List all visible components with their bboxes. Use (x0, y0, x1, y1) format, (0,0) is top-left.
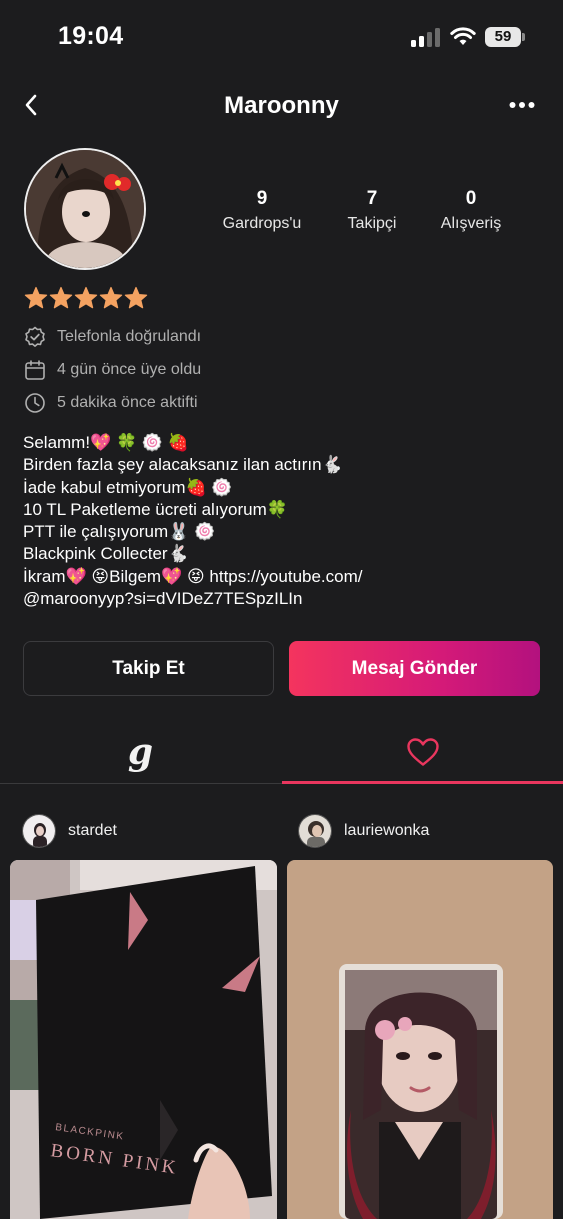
more-options-button[interactable] (505, 90, 539, 120)
bio-line: 10 TL Paketleme ücreti alıyorum🍀 (23, 499, 288, 519)
seller-avatar (298, 814, 332, 848)
stat-wardrobe-count: 9 (256, 188, 268, 209)
battery-icon: 59 (485, 27, 525, 47)
rating-stars (24, 286, 148, 310)
tab-favorites[interactable] (282, 720, 563, 783)
star-icon (24, 286, 48, 309)
bio-line: Selamm!💖 🍀 🍥 🍓 (23, 433, 189, 452)
avatar-photo (26, 150, 144, 268)
info-last-active: 5 dakika önce aktifti (24, 391, 198, 415)
info-member-since: 4 gün önce üye oldu (24, 358, 201, 382)
info-phone-text: Telefonla doğrulandı (57, 328, 202, 345)
star-icon (124, 286, 148, 309)
star-icon (49, 286, 73, 309)
battery-level: 59 (485, 27, 521, 47)
item-seller-lauriewonka[interactable]: lauriewonka (298, 813, 429, 849)
item-image-born-pink[interactable]: BLACKPINK BORN PINK (10, 860, 277, 1219)
stat-wardrobe-label: Gardrops'u (222, 215, 302, 232)
bio-line: Blackpink Collecter🐇 (23, 544, 189, 564)
stat-followers-label: Takipçi (347, 215, 397, 232)
clock-icon (25, 393, 45, 413)
seller-username: stardet (68, 822, 117, 839)
stat-purchases[interactable]: 0 Alışveriş (416, 188, 526, 233)
profile-avatar[interactable] (24, 148, 146, 270)
info-active-text: 5 dakika önce aktifti (57, 394, 198, 411)
seller-username: lauriewonka (344, 822, 430, 839)
star-icon (99, 286, 123, 309)
battery-tip (522, 33, 525, 41)
bio-line: Birden fazla şey alacaksanız ilan actırı… (23, 455, 343, 475)
bio-line-link[interactable]: İkram💖 😝Bilgem💖 😝 https://youtube.com/ (23, 566, 443, 588)
wifi-icon (450, 27, 476, 45)
item-seller-stardet[interactable]: stardet (22, 813, 117, 849)
stat-followers[interactable]: 7 Takipçi (317, 188, 427, 233)
photocard-photo (287, 860, 553, 1219)
follow-button[interactable]: Takip Et (23, 641, 274, 696)
page-title: Maroonny (224, 92, 339, 119)
profile-bio: Selamm!💖 🍀 🍥 🍓 Birden fazla şey alacaksa… (23, 432, 443, 610)
profile-tabs: g (0, 720, 563, 784)
bio-line: PTT ile çalışıyorum🐰 🍥 (23, 522, 216, 542)
album-photo: BLACKPINK BORN PINK (10, 860, 277, 1219)
stat-purchases-count: 0 (465, 188, 477, 209)
status-time: 19:04 (58, 22, 124, 50)
stat-purchases-label: Alışveriş (440, 215, 502, 232)
item-image-photocard[interactable] (287, 860, 553, 1219)
nav-bar: Maroonny (0, 76, 563, 136)
active-tab-indicator (282, 781, 563, 784)
cellular-signal-icon (411, 28, 440, 47)
verified-badge-icon (25, 326, 45, 347)
stat-wardrobe[interactable]: 9 Gardrops'u (207, 188, 317, 233)
heart-icon (406, 737, 439, 766)
tab-wardrobe[interactable]: g (0, 720, 281, 783)
calendar-icon (25, 360, 45, 380)
stat-followers-count: 7 (366, 188, 378, 209)
more-horizontal-icon (509, 102, 535, 108)
status-bar: 19:04 59 (0, 0, 563, 76)
bio-line-link[interactable]: @maroonyyp?si=dVIDeZ7TESpzILIn (23, 588, 443, 610)
info-member-text: 4 gün önce üye oldu (57, 361, 202, 378)
send-message-button[interactable]: Mesaj Gönder (289, 641, 540, 696)
seller-avatar (22, 814, 56, 848)
info-phone-verified: Telefonla doğrulandı (24, 325, 201, 349)
star-icon (74, 286, 98, 309)
bio-line: İade kabul etmiyorum🍓 🍥 (23, 477, 233, 497)
